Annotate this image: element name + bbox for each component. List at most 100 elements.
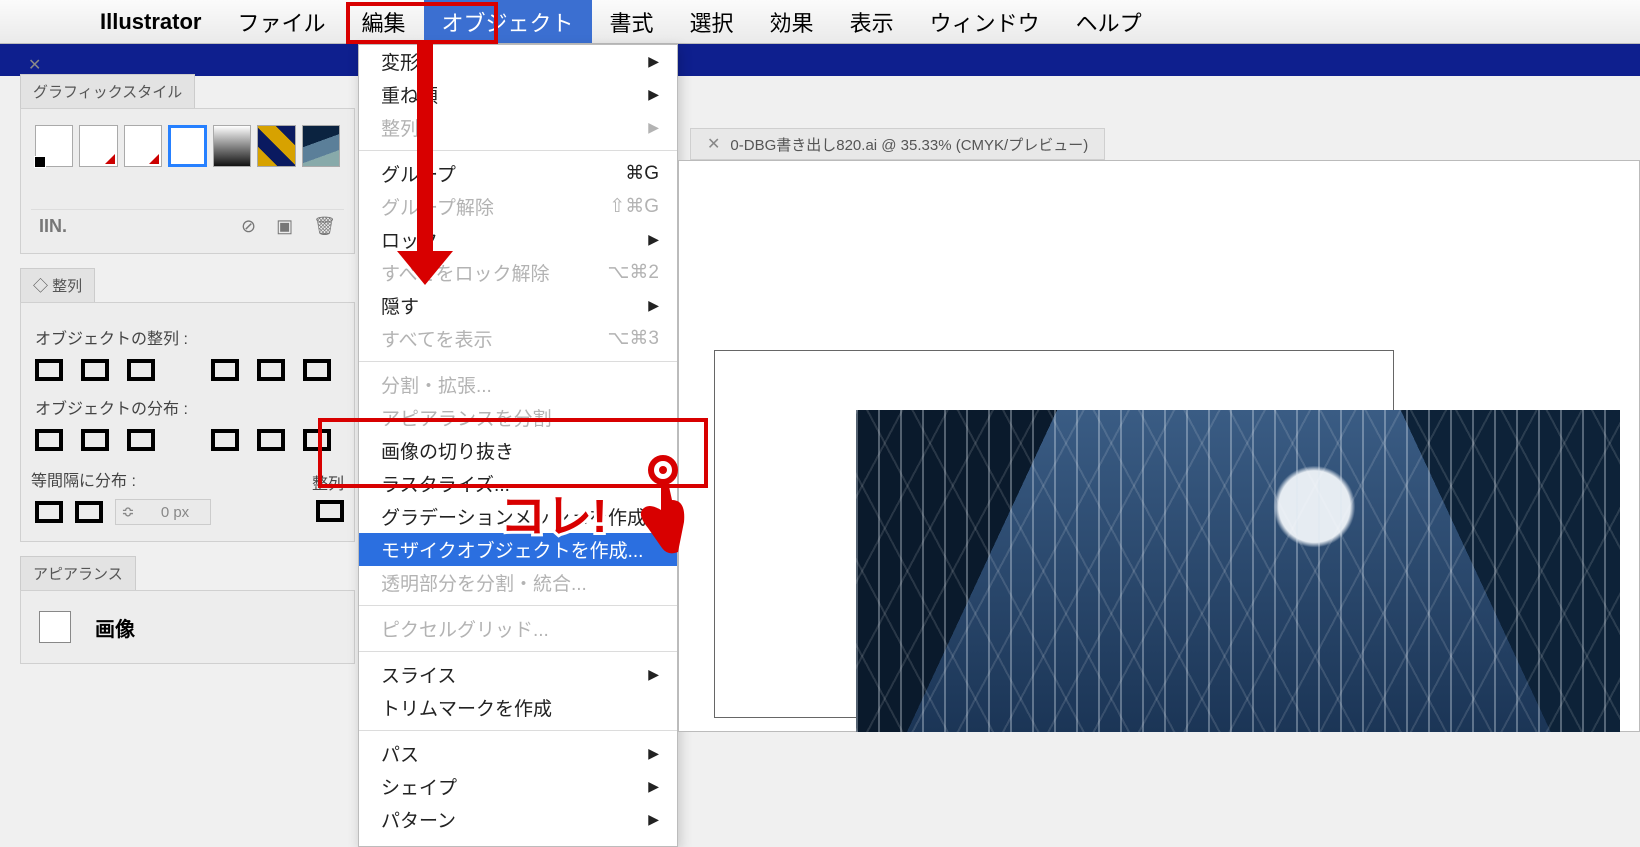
menu-item[interactable]: シェイプ▶ xyxy=(359,770,677,803)
align-section-label: オブジェクトの整列 : xyxy=(35,325,340,349)
menu-item-label: パス xyxy=(381,740,419,767)
dist-vcenter-icon[interactable] xyxy=(81,429,109,451)
menu-help[interactable]: ヘルプ xyxy=(1058,0,1160,43)
menu-item-label: グループ解除 xyxy=(381,193,494,220)
menu-item[interactable]: 隠す▶ xyxy=(359,289,677,322)
menu-item-label: 画像の切り抜き xyxy=(381,437,514,464)
menu-shortcut: ⌘G xyxy=(625,162,659,185)
menu-item: すべてをロック解除⌥⌘2 xyxy=(359,256,677,289)
library-icon[interactable]: IIN. xyxy=(39,216,67,237)
dist-left-icon[interactable] xyxy=(211,429,239,451)
menu-item: 分割・拡張... xyxy=(359,368,677,401)
spacing-section-label: 等間隔に分布 : xyxy=(31,467,215,491)
document-tab[interactable]: ✕ 0-DBG書き出し820.ai @ 35.33% (CMYK/プレビュー) xyxy=(690,128,1105,160)
document-tab-label: 0-DBG書き出し820.ai @ 35.33% (CMYK/プレビュー) xyxy=(730,134,1088,155)
object-menu-dropdown: 変形▶重ね順▶整列▶グループ⌘Gグループ解除⇧⌘Gロック▶すべてをロック解除⌥⌘… xyxy=(358,44,678,847)
align-hcenter-icon[interactable] xyxy=(81,359,109,381)
menu-item-label: スライス xyxy=(381,661,456,688)
space-v-icon[interactable] xyxy=(35,501,63,523)
close-doc-icon[interactable]: ✕ xyxy=(707,134,720,154)
menu-item-label: すべてをロック解除 xyxy=(381,259,550,286)
submenu-arrow-icon: ▶ xyxy=(648,778,659,795)
graphic-style-tab[interactable]: グラフィックスタイル xyxy=(20,74,195,108)
space-h-icon[interactable] xyxy=(75,501,103,523)
submenu-arrow-icon: ▶ xyxy=(648,745,659,762)
align-to-label: 整列 xyxy=(312,470,344,494)
menu-item: すべてを表示⌥⌘3 xyxy=(359,322,677,355)
align-top-icon[interactable] xyxy=(211,359,239,381)
stepper-icon[interactable]: ≎ xyxy=(116,502,140,522)
menu-window[interactable]: ウィンドウ xyxy=(912,0,1058,43)
submenu-arrow-icon: ▶ xyxy=(648,666,659,683)
distribute-section-label: オブジェクトの分布 : xyxy=(35,395,340,419)
submenu-arrow-icon: ▶ xyxy=(648,53,659,70)
menu-select[interactable]: 選択 xyxy=(672,0,752,43)
menu-object[interactable]: オブジェクト xyxy=(424,0,592,43)
placed-image[interactable] xyxy=(856,410,1620,732)
menu-item-label: 分割・拡張... xyxy=(381,371,492,398)
submenu-arrow-icon: ▶ xyxy=(648,86,659,103)
menu-item-label: 整列 xyxy=(381,114,419,141)
dist-top-icon[interactable] xyxy=(35,429,63,451)
new-style-icon[interactable]: ▣ xyxy=(276,216,293,237)
menu-item[interactable]: ロック▶ xyxy=(359,223,677,256)
menu-item[interactable]: グループ⌘G xyxy=(359,157,677,190)
menu-item[interactable]: 重ね順 ▶ xyxy=(359,78,677,111)
menu-item[interactable]: パターン▶ xyxy=(359,803,677,836)
swatch-default[interactable] xyxy=(35,125,73,167)
swatch-art2[interactable] xyxy=(302,125,340,167)
align-right-icon[interactable] xyxy=(127,359,155,381)
align-tab[interactable]: ◇ 整列 xyxy=(20,268,95,302)
menu-item-label: 重ね順 xyxy=(381,81,438,108)
graphic-style-panel: IIN. ⊘ ▣ 🗑 xyxy=(20,108,355,254)
menu-item: アピアランスを分割 xyxy=(359,401,677,434)
menu-item-label: ラスタライズ... xyxy=(381,470,510,497)
menu-shortcut: ⌥⌘3 xyxy=(608,327,659,350)
menu-item[interactable]: 変形▶ xyxy=(359,45,677,78)
swatch-selected[interactable] xyxy=(168,125,207,167)
appearance-swatch[interactable] xyxy=(39,611,71,643)
app-name[interactable]: Illustrator xyxy=(82,0,219,43)
break-link-icon[interactable]: ⊘ xyxy=(241,216,256,237)
menu-effect[interactable]: 効果 xyxy=(752,0,832,43)
menu-shortcut: ⇧⌘G xyxy=(609,195,659,218)
menu-item: 透明部分を分割・統合... xyxy=(359,566,677,599)
align-to-icon[interactable] xyxy=(316,500,344,522)
dist-right-icon[interactable] xyxy=(303,429,331,451)
trash-icon[interactable]: 🗑 xyxy=(313,216,336,237)
menu-item[interactable]: 画像の切り抜き xyxy=(359,434,677,467)
swatch-3[interactable] xyxy=(124,125,162,167)
dist-bottom-icon[interactable] xyxy=(127,429,155,451)
menu-item-label: ロック xyxy=(381,226,438,253)
appearance-item-label: 画像 xyxy=(95,613,135,642)
menu-item-label: 隠す xyxy=(381,292,419,319)
menu-item[interactable]: パス ▶ xyxy=(359,737,677,770)
menu-item-label: 透明部分を分割・統合... xyxy=(381,569,587,596)
menu-type[interactable]: 書式 xyxy=(592,0,672,43)
spacing-input[interactable] xyxy=(140,504,210,521)
swatch-art1[interactable] xyxy=(257,125,295,167)
annotation-text: コレ! xyxy=(500,480,607,546)
align-left-icon[interactable] xyxy=(35,359,63,381)
align-tab-label: 整列 xyxy=(52,278,82,295)
dist-hcenter-icon[interactable] xyxy=(257,429,285,451)
menu-edit[interactable]: 編集 xyxy=(343,0,423,43)
spacing-field[interactable]: ≎ xyxy=(115,499,211,525)
menu-file[interactable]: ファイル xyxy=(219,0,343,43)
appearance-tab[interactable]: アピアランス xyxy=(20,556,136,590)
menu-view[interactable]: 表示 xyxy=(832,0,912,43)
menu-item-label: アピアランスを分割 xyxy=(381,404,552,431)
submenu-arrow-icon: ▶ xyxy=(648,119,659,136)
align-vcenter-icon[interactable] xyxy=(257,359,285,381)
menu-item: 整列 ▶ xyxy=(359,111,677,144)
menu-item[interactable]: スライス ▶ xyxy=(359,658,677,691)
swatch-gradient[interactable] xyxy=(213,125,251,167)
swatch-2[interactable] xyxy=(79,125,117,167)
menu-item-label: ピクセルグリッド... xyxy=(381,615,549,642)
header-bar xyxy=(0,44,1640,76)
appearance-panel: 画像 xyxy=(20,590,355,664)
align-bottom-icon[interactable] xyxy=(303,359,331,381)
swatch-row xyxy=(31,119,344,209)
close-icon[interactable]: ✕ xyxy=(28,55,41,75)
menu-item[interactable]: トリムマークを作成 xyxy=(359,691,677,724)
